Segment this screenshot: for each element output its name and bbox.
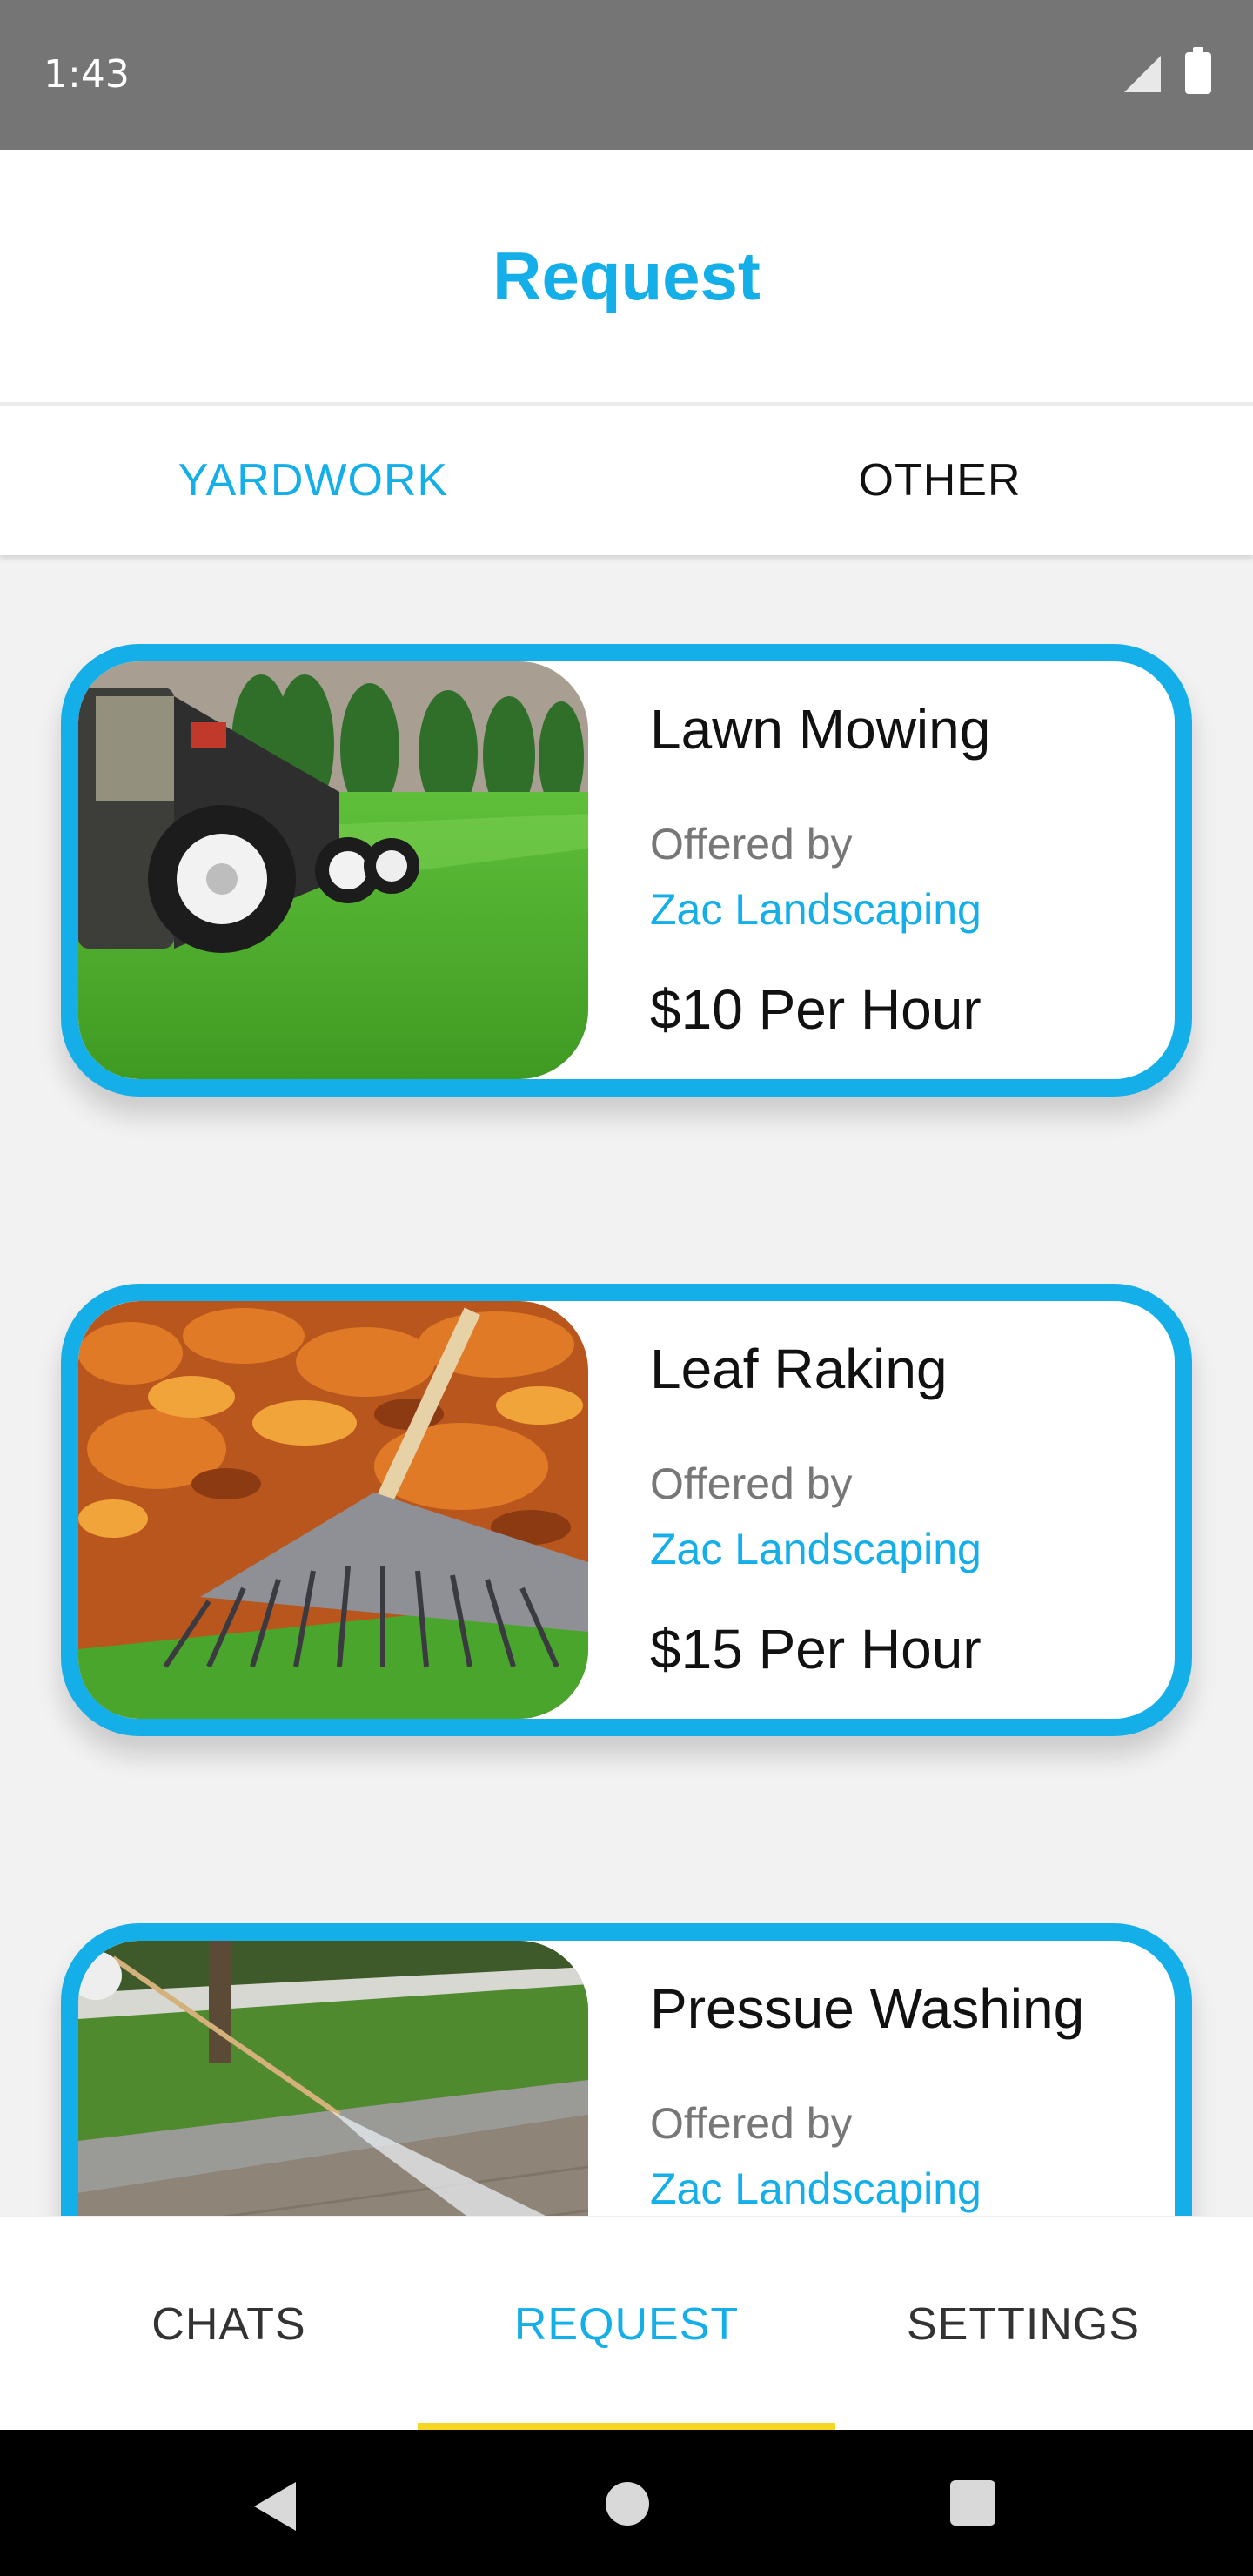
- service-title: Leaf Raking: [650, 1338, 948, 1400]
- tab-yardwork[interactable]: YARDWORK: [0, 406, 626, 555]
- service-title: Pressue Washing: [650, 1977, 1085, 2040]
- offered-by-label: Offered by: [650, 2099, 853, 2148]
- leaf-rake-photo: [78, 1301, 588, 1719]
- signal-icon: [1124, 56, 1161, 92]
- status-bar: 1:43: [0, 0, 1253, 150]
- service-price: $10 Per Hour: [650, 978, 982, 1041]
- service-card-lawn-mowing[interactable]: Lawn Mowing Offered by Zac Landscaping $…: [61, 644, 1192, 1097]
- pressure-washer-photo: [78, 1941, 588, 2216]
- nav-request-label: REQUEST: [513, 2299, 740, 2350]
- offered-by-label: Offered by: [650, 820, 853, 869]
- service-list[interactable]: Lawn Mowing Offered by Zac Landscaping $…: [0, 557, 1253, 2216]
- lawn-mower-photo: [78, 661, 588, 1079]
- provider-link[interactable]: Zac Landscaping: [650, 2163, 982, 2215]
- tab-other[interactable]: OTHER: [626, 406, 1253, 555]
- page-title: Request: [492, 238, 761, 314]
- home-circle-icon[interactable]: [606, 2482, 649, 2526]
- service-price: $15 Per Hour: [650, 1618, 982, 1680]
- nav-request[interactable]: REQUEST: [418, 2217, 835, 2432]
- battery-icon: [1185, 47, 1211, 94]
- provider-link[interactable]: Zac Landscaping: [650, 1523, 982, 1575]
- provider-link[interactable]: Zac Landscaping: [650, 883, 982, 936]
- bottom-nav: CHATS REQUEST SETTINGS: [0, 2216, 1253, 2432]
- nav-settings[interactable]: SETTINGS: [835, 2217, 1211, 2432]
- tab-bar: YARDWORK OTHER: [0, 406, 1253, 555]
- back-triangle-icon[interactable]: [254, 2482, 296, 2531]
- tab-other-label: OTHER: [858, 455, 1022, 506]
- service-title: Lawn Mowing: [650, 698, 991, 761]
- nav-chats[interactable]: CHATS: [0, 2217, 458, 2432]
- active-tab-indicator: [418, 2423, 835, 2430]
- app-screen: 1:43 Request YARDWORK OTHER Lawn Mowing …: [0, 0, 1253, 2576]
- recents-square-icon[interactable]: [950, 2480, 995, 2526]
- app-header: Request: [0, 150, 1253, 406]
- offered-by-label: Offered by: [650, 1459, 853, 1508]
- service-card-pressure-washing[interactable]: Pressue Washing Offered by Zac Landscapi…: [61, 1923, 1192, 2216]
- service-card-leaf-raking[interactable]: Leaf Raking Offered by Zac Landscaping $…: [61, 1284, 1192, 1736]
- nav-settings-label: SETTINGS: [906, 2299, 1141, 2350]
- nav-chats-label: CHATS: [151, 2299, 306, 2350]
- tab-yardwork-label: YARDWORK: [178, 455, 449, 506]
- status-time: 1:43: [44, 52, 130, 97]
